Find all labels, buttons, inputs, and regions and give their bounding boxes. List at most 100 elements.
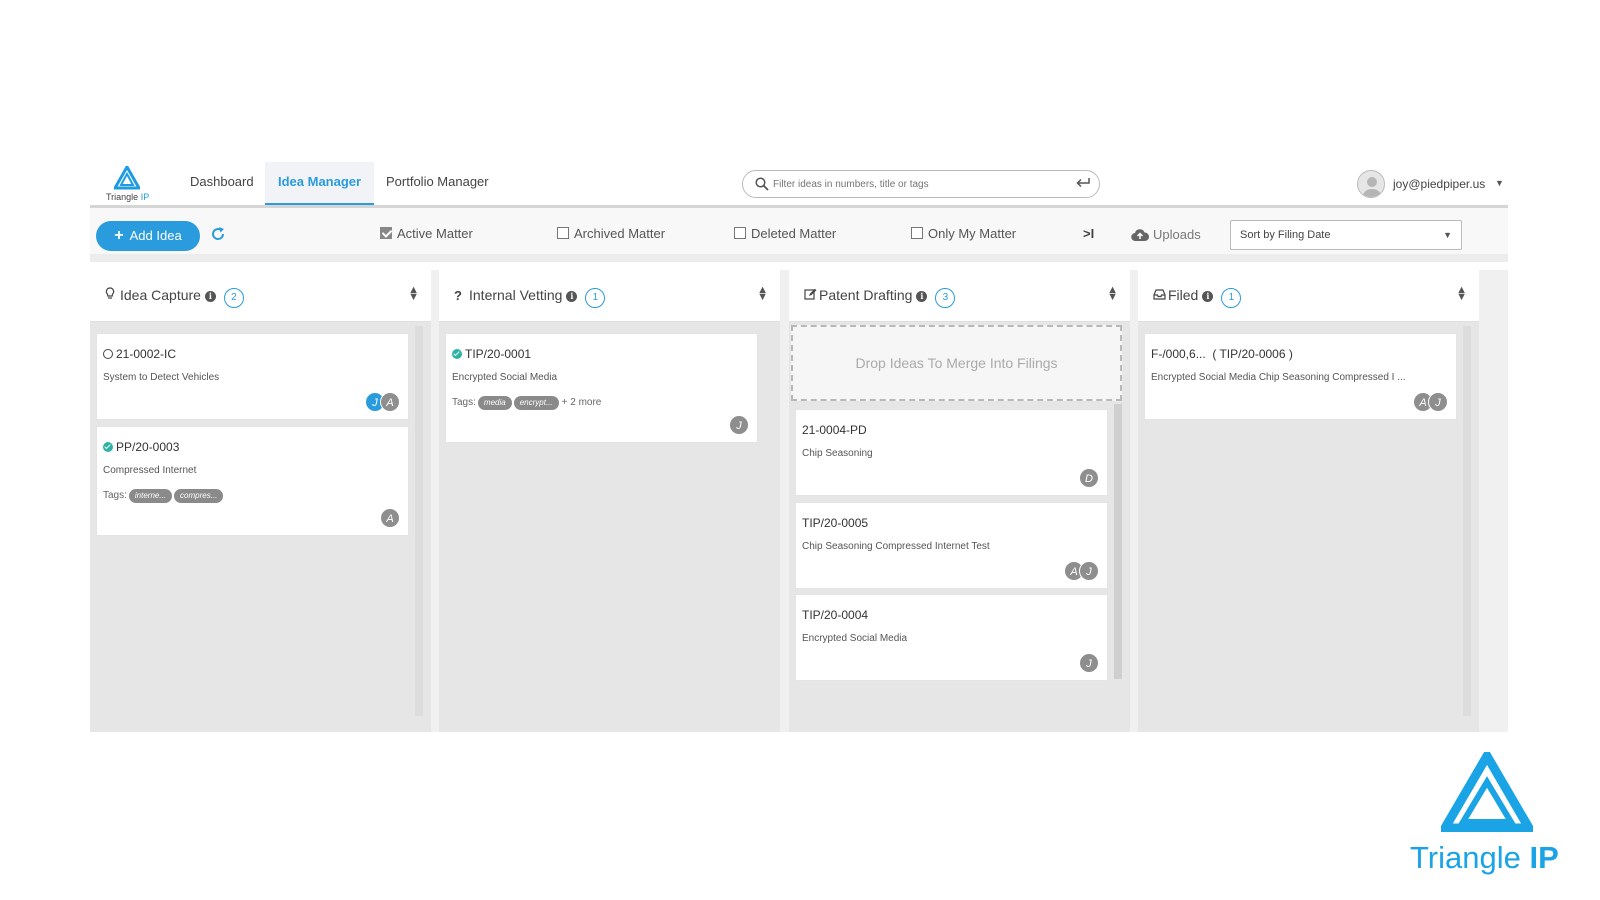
filter-only-my-matter[interactable]: Only My Matter	[911, 226, 1016, 244]
kanban-board: Idea Capture i 2 ▲ ▼ 21-0002-IC System to D…	[90, 270, 1508, 732]
card-id: TIP/20-0001	[452, 347, 531, 361]
column-internal-vetting: ? Internal Vetting i 1 ▲ ▼ TIP/20-0001 Encry…	[439, 270, 780, 732]
column-title: Patent Drafting i 3	[804, 287, 956, 308]
idea-card[interactable]: TIP/20-0005 Chip Seasoning Compressed In…	[795, 502, 1108, 589]
column-header: Patent Drafting i 3 ▲ ▼	[789, 270, 1130, 322]
inbox-icon	[1153, 288, 1166, 303]
filter-archived-matter[interactable]: Archived Matter	[557, 226, 665, 244]
card-title: Encrypted Social Media	[802, 633, 908, 644]
avatar[interactable]: J	[1079, 653, 1099, 673]
plus-icon: +	[114, 227, 124, 244]
info-icon[interactable]: i	[1202, 291, 1214, 302]
avatar[interactable]: J	[1428, 392, 1448, 412]
checkbox[interactable]	[557, 227, 569, 239]
card-id: TIP/20-0005	[802, 516, 869, 530]
search-icon	[755, 177, 769, 191]
assignee-avatars: A	[380, 508, 400, 528]
filter-active-matter[interactable]: Active Matter	[380, 226, 473, 244]
idea-card[interactable]: TIP/20-0004 Encrypted Social Media J	[795, 594, 1108, 681]
user-avatar-icon	[1357, 170, 1385, 198]
sort-icon[interactable]: ▲ ▼	[1107, 285, 1118, 303]
count-badge: 3	[935, 288, 956, 308]
tab-portfolio-manager[interactable]: Portfolio Manager	[373, 162, 502, 205]
card-id: 21-0002-IC	[103, 347, 176, 361]
card-id: 21-0004-PD	[802, 423, 867, 437]
status-check-icon	[452, 349, 462, 359]
avatar[interactable]: D	[1079, 468, 1099, 488]
tag[interactable]: encrypt...	[513, 396, 559, 410]
filter-deleted-matter[interactable]: Deleted Matter	[734, 226, 836, 244]
scrollbar[interactable]	[1114, 404, 1122, 679]
column-idea-capture: Idea Capture i 2 ▲ ▼ 21-0002-IC System to D…	[90, 270, 431, 732]
avatar[interactable]: J	[1079, 561, 1099, 581]
card-title: Compressed Internet	[103, 465, 197, 476]
chevron-down-icon: ▼	[1443, 230, 1452, 240]
top-nav: Triangle IP Dashboard Idea Manager Portf…	[90, 162, 1508, 208]
column-patent-drafting: Patent Drafting i 3 ▲ ▼ Drop Ideas To Merge…	[789, 270, 1130, 732]
info-icon[interactable]: i	[204, 291, 216, 302]
tag[interactable]: media	[477, 396, 512, 410]
add-idea-label: Add Idea	[129, 228, 182, 243]
search-input[interactable]	[773, 176, 1063, 192]
merge-dropzone[interactable]: Drop Ideas To Merge Into Filings	[791, 325, 1122, 401]
tab-dashboard[interactable]: Dashboard	[177, 162, 267, 205]
user-email: joy@piedpiper.us	[1393, 177, 1486, 191]
card-id: PP/20-0003	[103, 440, 179, 454]
count-badge: 1	[585, 288, 606, 308]
brand-text: Triangle IP	[1410, 840, 1559, 875]
status-check-icon	[103, 442, 113, 452]
column-body: 21-0002-IC System to Detect Vehicles JA …	[90, 322, 431, 732]
tab-idea-manager[interactable]: Idea Manager	[265, 162, 375, 205]
question-icon: ?	[454, 288, 462, 303]
tag[interactable]: interne...	[128, 489, 173, 503]
idea-card[interactable]: TIP/20-0001 Encrypted Social Media Tags:…	[445, 333, 758, 443]
skip-to-end-button[interactable]: >I	[1083, 226, 1094, 241]
sort-select[interactable]: Sort by Filing Date ▼	[1230, 220, 1462, 250]
avatar[interactable]: A	[380, 508, 400, 528]
triangle-logo-icon	[114, 166, 140, 190]
assignee-avatars: J	[1079, 653, 1099, 673]
scrollbar[interactable]	[415, 326, 423, 716]
card-tags: Tags: media encrypt... + 2 more	[452, 396, 602, 410]
idea-card[interactable]: 21-0004-PD Chip Seasoning D	[795, 409, 1108, 496]
card-title: Encrypted Social Media Chip Seasoning Co…	[1151, 372, 1406, 383]
column-title: Filed i 1	[1153, 287, 1242, 308]
avatar[interactable]: J	[729, 415, 749, 435]
sort-icon[interactable]: ▲ ▼	[757, 285, 768, 303]
scrollbar[interactable]	[1463, 326, 1471, 716]
refresh-icon[interactable]	[210, 226, 226, 242]
info-icon[interactable]: i	[916, 291, 928, 302]
assignee-avatars: J	[729, 415, 749, 435]
card-tags: Tags: interne... compres...	[103, 489, 224, 503]
column-header: ? Internal Vetting i 1 ▲ ▼	[439, 270, 780, 322]
sort-icon[interactable]: ▲ ▼	[408, 285, 419, 303]
status-open-icon	[103, 349, 113, 359]
checkbox[interactable]	[734, 227, 746, 239]
idea-card[interactable]: 21-0002-IC System to Detect Vehicles JA	[96, 333, 409, 420]
sort-value: Sort by Filing Date	[1240, 229, 1331, 241]
more-tags-link[interactable]: + 2 more	[562, 397, 602, 408]
count-badge: 1	[1221, 288, 1242, 308]
idea-card[interactable]: F-/000,6... ( TIP/20-0006 ) Encrypted So…	[1144, 333, 1457, 420]
column-body: Drop Ideas To Merge Into Filings 21-0004…	[789, 322, 1130, 732]
assignee-avatars: AJ	[1064, 561, 1099, 581]
card-title: Chip Seasoning Compressed Internet Test	[802, 541, 990, 552]
uploads-button[interactable]: Uploads	[1131, 227, 1201, 242]
assignee-avatars: D	[1079, 468, 1099, 488]
tag[interactable]: compres...	[174, 489, 224, 503]
info-icon[interactable]: i	[566, 291, 578, 302]
card-id: TIP/20-0004	[802, 608, 869, 622]
enter-icon[interactable]	[1075, 176, 1091, 190]
app-logo[interactable]: Triangle IP	[104, 166, 154, 204]
checkbox[interactable]	[911, 227, 923, 239]
column-body: TIP/20-0001 Encrypted Social Media Tags:…	[439, 322, 780, 732]
sort-icon[interactable]: ▲ ▼	[1456, 285, 1467, 303]
column-body: F-/000,6... ( TIP/20-0006 ) Encrypted So…	[1138, 322, 1479, 732]
lightbulb-icon	[105, 287, 117, 303]
idea-card[interactable]: PP/20-0003 Compressed Internet Tags: inte…	[96, 426, 409, 536]
edit-icon	[804, 288, 817, 303]
add-idea-button[interactable]: + Add Idea	[96, 221, 200, 251]
avatar[interactable]: A	[380, 392, 400, 412]
checkbox-checked[interactable]	[380, 227, 392, 239]
app-window: Triangle IP Dashboard Idea Manager Portf…	[90, 162, 1508, 732]
